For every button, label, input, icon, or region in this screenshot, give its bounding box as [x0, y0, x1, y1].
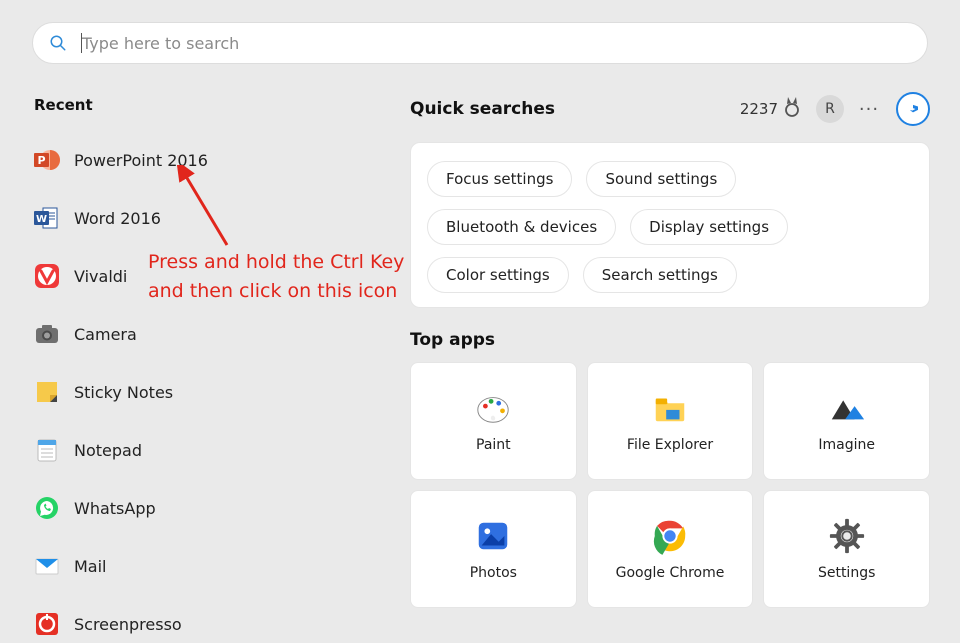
svg-text:P: P	[37, 154, 45, 167]
camera-icon	[34, 321, 60, 347]
search-bar[interactable]	[32, 22, 928, 64]
quick-searches-card: Focus settings Sound settings Bluetooth …	[410, 142, 930, 308]
recent-item-label: Sticky Notes	[74, 383, 173, 402]
top-apps-grid: Paint File Explorer Imagine Photos	[410, 362, 930, 608]
app-card-settings[interactable]: Settings	[763, 490, 930, 608]
recent-item-vivaldi[interactable]: Vivaldi	[34, 252, 394, 300]
recent-section: Recent P PowerPoint 2016 W Word 2016 Viv…	[34, 96, 394, 643]
recent-item-label: Screenpresso	[74, 615, 182, 634]
whatsapp-icon	[34, 495, 60, 521]
right-column: Quick searches 2237 R ··· Focus settings…	[410, 92, 930, 608]
user-avatar[interactable]: R	[816, 95, 844, 123]
quick-heading: Quick searches	[410, 99, 740, 119]
app-card-label: File Explorer	[627, 437, 713, 453]
recent-list: P PowerPoint 2016 W Word 2016 Vivaldi	[34, 136, 394, 643]
quick-pill-display[interactable]: Display settings	[630, 209, 788, 245]
app-card-label: Paint	[476, 437, 511, 453]
search-pane: Recent P PowerPoint 2016 W Word 2016 Viv…	[0, 0, 960, 643]
recent-item-label: WhatsApp	[74, 499, 156, 518]
top-apps-heading: Top apps	[410, 330, 930, 350]
app-card-file-explorer[interactable]: File Explorer	[587, 362, 754, 480]
search-icon	[49, 34, 67, 52]
paint-icon	[474, 389, 512, 427]
file-explorer-icon	[651, 389, 689, 427]
recent-item-label: Camera	[74, 325, 137, 344]
mail-icon	[34, 553, 60, 579]
search-input[interactable]	[82, 34, 911, 53]
medal-icon	[784, 97, 800, 121]
app-card-paint[interactable]: Paint	[410, 362, 577, 480]
sticky-notes-icon	[34, 379, 60, 405]
photos-icon	[474, 517, 512, 555]
screenpresso-icon	[34, 611, 60, 637]
app-card-label: Google Chrome	[616, 565, 725, 581]
svg-text:W: W	[36, 214, 47, 225]
vivaldi-icon	[34, 263, 60, 289]
app-card-chrome[interactable]: Google Chrome	[587, 490, 754, 608]
quick-header-row: Quick searches 2237 R ···	[410, 92, 930, 126]
quick-pill-bluetooth[interactable]: Bluetooth & devices	[427, 209, 616, 245]
app-card-label: Settings	[818, 565, 875, 581]
more-button[interactable]: ···	[856, 99, 882, 120]
rewards-points[interactable]: 2237	[740, 97, 800, 121]
recent-heading: Recent	[34, 96, 394, 114]
bing-chat-icon[interactable]	[896, 92, 930, 126]
recent-item-label: PowerPoint 2016	[74, 151, 208, 170]
app-card-photos[interactable]: Photos	[410, 490, 577, 608]
imagine-icon	[828, 389, 866, 427]
powerpoint-icon: P	[34, 147, 60, 173]
quick-pill-color[interactable]: Color settings	[427, 257, 569, 293]
recent-item-screenpresso[interactable]: Screenpresso	[34, 600, 394, 643]
quick-pill-focus[interactable]: Focus settings	[427, 161, 572, 197]
recent-item-whatsapp[interactable]: WhatsApp	[34, 484, 394, 532]
recent-item-label: Word 2016	[74, 209, 161, 228]
recent-item-word[interactable]: W Word 2016	[34, 194, 394, 242]
quick-pill-search[interactable]: Search settings	[583, 257, 737, 293]
app-card-label: Imagine	[818, 437, 875, 453]
settings-icon	[828, 517, 866, 555]
recent-item-camera[interactable]: Camera	[34, 310, 394, 358]
recent-item-notepad[interactable]: Notepad	[34, 426, 394, 474]
app-card-label: Photos	[470, 565, 517, 581]
recent-item-label: Mail	[74, 557, 107, 576]
quick-pill-sound[interactable]: Sound settings	[586, 161, 736, 197]
notepad-icon	[34, 437, 60, 463]
chrome-icon	[651, 517, 689, 555]
recent-item-powerpoint[interactable]: P PowerPoint 2016	[34, 136, 394, 184]
rewards-points-value: 2237	[740, 100, 778, 118]
recent-item-label: Vivaldi	[74, 267, 127, 286]
app-card-imagine[interactable]: Imagine	[763, 362, 930, 480]
recent-item-label: Notepad	[74, 441, 142, 460]
recent-item-stickynotes[interactable]: Sticky Notes	[34, 368, 394, 416]
word-icon: W	[34, 205, 60, 231]
recent-item-mail[interactable]: Mail	[34, 542, 394, 590]
